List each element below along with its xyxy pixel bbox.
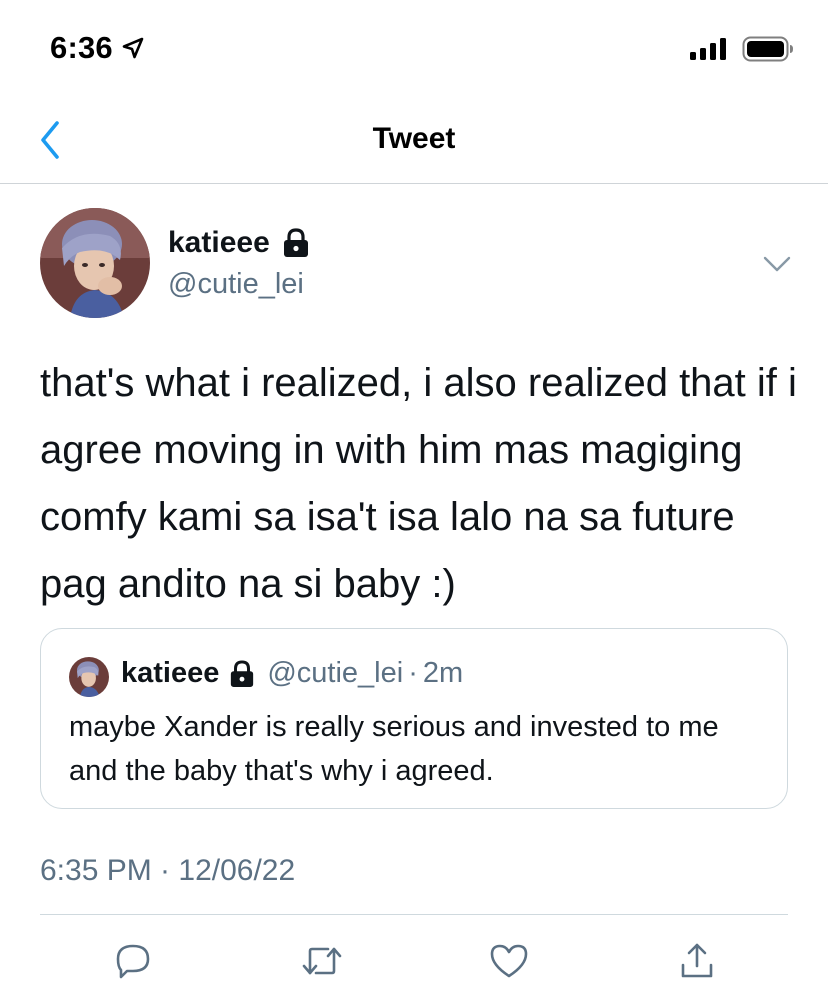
page-title: Tweet xyxy=(372,122,456,155)
like-button[interactable] xyxy=(484,936,534,986)
username-handle[interactable]: @cutie_lei xyxy=(168,268,304,301)
signal-icon xyxy=(690,38,726,60)
lock-icon xyxy=(231,659,254,687)
retweet-button[interactable] xyxy=(297,936,347,986)
author-name-row: katieee xyxy=(168,226,310,260)
status-time: 6:36 xyxy=(50,30,145,66)
reply-icon xyxy=(116,944,150,979)
quoted-separator: · xyxy=(408,657,418,689)
quoted-time: 2m xyxy=(422,657,464,689)
reply-button[interactable] xyxy=(108,936,158,986)
lock-icon xyxy=(283,228,308,257)
display-name[interactable]: katieee xyxy=(168,226,270,260)
navigation-bar: Tweet xyxy=(0,96,828,184)
more-options-button[interactable] xyxy=(760,250,794,278)
status-bar: 6:36 xyxy=(0,0,828,96)
location-arrow-icon xyxy=(122,37,144,59)
avatar-image xyxy=(40,208,150,318)
share-button[interactable] xyxy=(672,936,722,986)
quoted-avatar xyxy=(69,657,109,697)
quoted-tweet-header: katieee @cutie_lei · 2m xyxy=(121,657,463,690)
divider xyxy=(40,914,788,915)
share-icon xyxy=(681,943,713,978)
battery-icon xyxy=(742,36,793,62)
tweet-actions xyxy=(0,936,828,986)
chevron-down-icon xyxy=(763,256,791,272)
quoted-handle: @cutie_lei xyxy=(267,657,404,689)
tweet-timestamp[interactable]: 6:35 PM · 12/06/22 xyxy=(40,854,295,888)
quoted-tweet-card[interactable]: katieee @cutie_lei · 2m maybe Xander is … xyxy=(40,628,788,809)
heart-icon xyxy=(490,944,528,978)
quoted-avatar-image xyxy=(69,657,109,697)
avatar[interactable] xyxy=(40,208,150,318)
quoted-tweet-text: maybe Xander is really serious and inves… xyxy=(69,711,719,787)
status-time-text: 6:36 xyxy=(50,30,113,65)
quoted-display-name: katieee xyxy=(121,657,220,689)
tweet-text: that's what i realized, i also realized … xyxy=(40,361,797,606)
retweet-icon xyxy=(302,947,342,975)
status-indicators xyxy=(690,36,794,62)
